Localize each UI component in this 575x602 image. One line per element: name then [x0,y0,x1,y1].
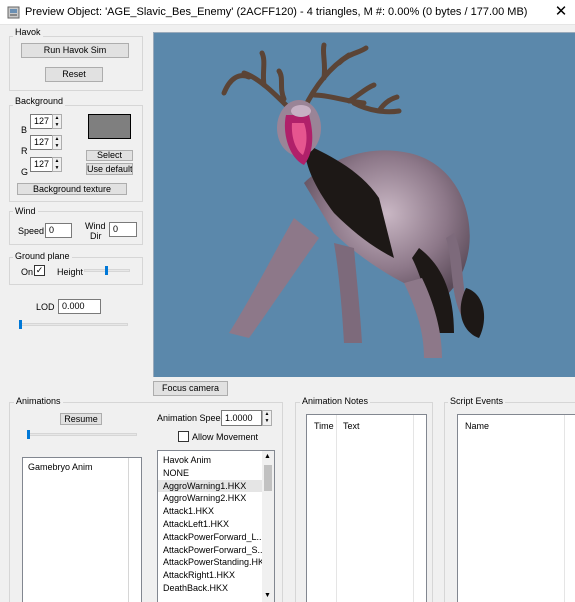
run-havok-sim-button[interactable]: Run Havok Sim [21,43,129,58]
scroll-up-icon[interactable]: ▲ [264,453,271,460]
havok-anim-item[interactable]: AttackPowerForward_L... [158,531,264,544]
wind-group-label: Wind [13,206,38,216]
lod-field[interactable]: 0.000 [58,299,101,314]
b-spinner[interactable]: ▲ ▼ [52,114,62,129]
script-col-name[interactable]: Name [465,421,489,431]
window-title: Preview Object: 'AGE_Slavic_Bes_Enemy' (… [25,6,528,18]
animation-notes-list[interactable]: Time Text [306,414,427,602]
wind-dir-label-2: Dir [90,231,102,241]
checkmark-icon: ✓ [35,265,44,275]
background-color-swatch[interactable] [88,114,131,139]
creature-model [221,42,485,358]
animation-speed-spinner[interactable]: ▲ ▼ [262,410,272,426]
animation-notes-label: Animation Notes [300,396,371,406]
animation-speed-field[interactable]: 1.0000 [221,410,262,426]
havok-anim-item[interactable]: AggroWarning2.HKX [158,492,262,505]
gamebryo-list-divider [128,458,129,602]
ground-on-checkbox[interactable]: ✓ [34,265,45,276]
wind-speed-label: Speed [18,226,45,236]
animation-position-slider-thumb[interactable] [27,430,30,439]
spin-down-icon[interactable]: ▼ [53,122,61,129]
notes-col-divider-2 [413,415,414,602]
resume-button[interactable]: Resume [60,413,102,425]
ground-height-slider-thumb[interactable] [105,266,108,275]
havok-anim-item[interactable]: AttackLeft1.HKX [158,518,262,531]
wind-dir-field[interactable]: 0 [109,222,137,237]
b-value-field[interactable]: 127 [30,114,53,129]
r-value-field[interactable]: 127 [30,135,53,150]
animations-group-label: Animations [14,396,63,406]
script-col-divider [564,415,565,602]
preview-viewport[interactable] [153,32,575,377]
ground-plane-group-label: Ground plane [13,251,72,261]
havok-anim-item[interactable]: DeathBack.HKX [158,582,262,595]
lod-slider-thumb[interactable] [19,320,22,329]
wind-dir-label-1: Wind [85,221,106,231]
allow-movement-label: Allow Movement [192,432,259,442]
background-group-label: Background [13,96,66,106]
havok-anim-item[interactable]: AttackPowerStanding.HKX [158,556,270,569]
b-label: B [21,125,28,135]
close-icon[interactable]: ✕ [550,2,572,22]
havok-anim-items: NONE AggroWarning1.HKX AggroWarning2.HKX At… [158,467,274,595]
scroll-thumb[interactable] [264,465,272,491]
notes-col-divider-1 [336,415,337,602]
wind-speed-field[interactable]: 0 [45,223,72,238]
g-value-field[interactable]: 127 [30,157,53,172]
r-spinner[interactable]: ▲ ▼ [52,135,62,150]
gamebryo-anim-list[interactable]: Gamebryo Anim [22,457,142,602]
app-icon [7,6,20,19]
animation-speed-label: Animation Speed [157,413,226,423]
lod-slider[interactable] [19,323,128,326]
spin-down-icon[interactable]: ▼ [53,143,61,150]
havok-anim-list[interactable]: Havok Anim NONE AggroWarning1.HKX AggroWar… [157,450,275,602]
g-label: G [21,167,29,177]
havok-anim-scrollbar[interactable]: ▲ ▼ [262,451,274,602]
havok-anim-item[interactable]: AttackPowerForward_S... [158,544,265,557]
g-spinner[interactable]: ▲ ▼ [52,157,62,172]
antlers [221,42,402,116]
allow-movement-checkbox[interactable] [178,431,189,442]
animation-position-slider[interactable] [27,433,137,436]
scroll-down-icon[interactable]: ▼ [264,592,271,599]
reset-button[interactable]: Reset [45,67,103,82]
notes-col-text[interactable]: Text [343,421,360,431]
spin-down-icon[interactable]: ▼ [53,165,61,172]
ground-height-label: Height [57,267,84,277]
havok-anim-item[interactable]: AttackRight1.HKX [158,569,262,582]
havok-anim-item[interactable]: NONE [158,467,262,480]
focus-camera-button[interactable]: Focus camera [153,381,228,396]
havok-anim-item[interactable]: AggroWarning1.HKX [158,479,262,493]
script-events-list[interactable]: Name [457,414,575,602]
havok-anim-item[interactable]: Attack1.HKX [158,505,262,518]
script-events-label: Script Events [448,396,506,406]
use-default-button[interactable]: Use default [86,163,133,175]
title-bar: Preview Object: 'AGE_Slavic_Bes_Enemy' (… [0,0,575,25]
havok-group-label: Havok [13,27,43,37]
spin-up-icon[interactable]: ▲ [263,411,271,418]
r-label: R [21,146,28,156]
notes-col-time[interactable]: Time [314,421,334,431]
spin-down-icon[interactable]: ▼ [263,418,271,425]
ground-on-label: On [21,267,34,277]
gamebryo-anim-header: Gamebryo Anim [28,462,93,472]
havok-anim-header: Havok Anim [163,455,212,465]
background-texture-button[interactable]: Background texture [17,183,127,195]
select-button[interactable]: Select [86,150,133,161]
lod-label: LOD [36,302,55,312]
